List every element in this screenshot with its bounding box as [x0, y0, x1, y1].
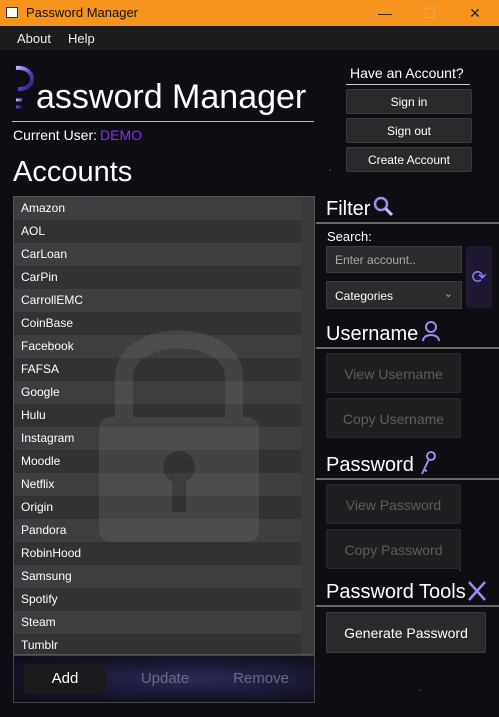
list-item[interactable]: CarrollEMC: [14, 289, 301, 312]
password-heading: Password: [326, 454, 414, 476]
current-user-label: Current User:: [13, 127, 98, 143]
key-p-logo-icon: [13, 65, 34, 114]
chevron-down-icon: ⌄: [443, 288, 453, 300]
list-item[interactable]: AOL: [14, 220, 301, 243]
update-button[interactable]: Update: [124, 664, 206, 694]
menu-bar: About Help: [0, 26, 499, 50]
refresh-icon[interactable]: ⟳: [466, 246, 492, 308]
list-item[interactable]: Moodle: [14, 450, 301, 473]
search-label: Search:: [327, 229, 372, 244]
accounts-list[interactable]: Amazon AOL CarLoan CarPin CarrollEMC CoinBase…: [13, 196, 315, 655]
view-password-button[interactable]: View Password: [326, 484, 461, 524]
magnifier-icon: [373, 196, 394, 217]
sign-out-button[interactable]: Sign out: [346, 118, 472, 143]
username-divider: [316, 347, 499, 349]
list-item[interactable]: CarPin: [14, 266, 301, 289]
list-item[interactable]: CarLoan: [14, 243, 301, 266]
list-item[interactable]: Netflix: [14, 473, 301, 496]
list-item[interactable]: CoinBase: [14, 312, 301, 335]
current-user-value: DEMO: [100, 127, 142, 143]
list-item[interactable]: Tumblr: [14, 634, 301, 654]
user-icon: [422, 321, 440, 342]
minimize-icon[interactable]: —: [365, 0, 405, 26]
filter-divider: [316, 222, 499, 224]
menu-help[interactable]: Help: [68, 31, 95, 46]
app-window-icon: [6, 7, 18, 18]
list-item[interactable]: Hulu: [14, 404, 301, 427]
list-item[interactable]: Amazon: [14, 197, 301, 220]
copy-password-button[interactable]: Copy Password: [326, 529, 461, 569]
filter-heading: Filter: [326, 198, 371, 220]
have-account-divider: [346, 84, 470, 85]
list-item[interactable]: Google: [14, 381, 301, 404]
accounts-heading: Accounts: [13, 156, 133, 188]
view-username-button[interactable]: View Username: [326, 353, 461, 393]
list-item[interactable]: FAFSA: [14, 358, 301, 381]
create-account-button[interactable]: Create Account: [346, 147, 472, 172]
window-title: Password Manager: [26, 5, 138, 20]
close-icon[interactable]: ✕: [455, 0, 495, 26]
accounts-rows: Amazon AOL CarLoan CarPin CarrollEMC CoinBase…: [14, 197, 314, 654]
app-title: assword Manager: [36, 78, 307, 116]
list-item[interactable]: Pandora: [14, 519, 301, 542]
key-icon: [421, 451, 436, 475]
have-account-heading: Have an Account?: [350, 65, 464, 81]
password-tools-divider: [316, 605, 499, 607]
copy-username-button[interactable]: Copy Username: [326, 398, 461, 438]
list-item[interactable]: Facebook: [14, 335, 301, 358]
window-titlebar: Password Manager — ☐ ✕: [0, 0, 499, 26]
list-item[interactable]: Instagram: [14, 427, 301, 450]
list-item[interactable]: Spotify: [14, 588, 301, 611]
list-item[interactable]: Steam: [14, 611, 301, 634]
password-tools-heading: Password Tools: [326, 581, 466, 603]
password-divider: [316, 478, 499, 480]
username-heading: Username: [326, 323, 419, 345]
generate-password-button[interactable]: Generate Password: [326, 612, 486, 653]
list-item[interactable]: Samsung: [14, 565, 301, 588]
list-item[interactable]: RobinHood: [14, 542, 301, 565]
maximize-icon[interactable]: ☐: [410, 0, 450, 26]
category-selected-value: Categories: [335, 289, 394, 303]
category-select[interactable]: Categories ⌄: [326, 281, 462, 309]
search-input[interactable]: [326, 246, 462, 273]
account-actions-bar: Add Update Remove: [13, 655, 315, 703]
add-button[interactable]: Add: [24, 664, 106, 694]
list-item[interactable]: Origin: [14, 496, 301, 519]
sign-in-button[interactable]: Sign in: [346, 89, 472, 114]
header-divider: [12, 121, 314, 122]
tools-icon: [468, 581, 486, 601]
remove-button[interactable]: Remove: [220, 664, 302, 694]
menu-about[interactable]: About: [17, 31, 51, 46]
